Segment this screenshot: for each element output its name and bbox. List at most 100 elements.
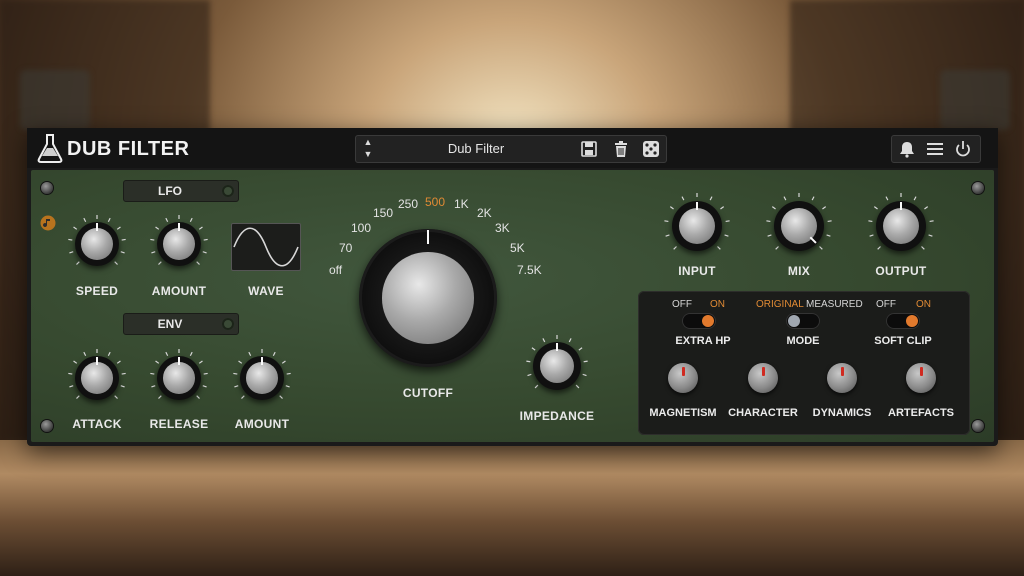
- knob-cap: [81, 362, 113, 394]
- knob-body[interactable]: [240, 356, 284, 400]
- speed-knob[interactable]: [67, 214, 127, 274]
- wave-selector[interactable]: [231, 223, 301, 271]
- knob-tick: [69, 251, 74, 254]
- menu-icon[interactable]: [926, 140, 944, 158]
- knob-tick: [724, 234, 729, 237]
- knob-tick: [720, 206, 725, 210]
- release-label: RELEASE: [149, 417, 209, 431]
- knob-tick: [775, 246, 779, 250]
- knob-tick: [582, 373, 587, 377]
- knob-tick: [116, 226, 121, 230]
- cutoff-knob[interactable]: [355, 225, 501, 371]
- background-floor: [0, 440, 1024, 576]
- attack-knob[interactable]: [67, 348, 127, 408]
- cutoff-scale-label-active: 500: [425, 195, 446, 209]
- main-panel: LFO SPEED AMOUNT WAVE ENV ATTACK RELEASE…: [31, 170, 994, 442]
- updown-arrows-icon[interactable]: ▲ ▼: [358, 136, 378, 162]
- knob-tick: [158, 395, 162, 399]
- input-knob[interactable]: [663, 192, 731, 260]
- app-title: DUB FILTER: [67, 138, 190, 160]
- trash-icon[interactable]: [612, 140, 630, 158]
- power-icon[interactable]: [954, 140, 972, 158]
- knob-tick: [725, 220, 730, 223]
- knob-body[interactable]: [157, 222, 201, 266]
- env-label: ENV: [157, 317, 183, 331]
- character-knob[interactable]: [748, 363, 778, 393]
- lfo-amount-knob[interactable]: [149, 214, 209, 274]
- knob-tick: [165, 217, 169, 222]
- mode-toggle[interactable]: [786, 313, 820, 329]
- knob-tick: [248, 351, 252, 356]
- output-label: OUTPUT: [875, 264, 927, 278]
- knob-tick: [196, 261, 200, 265]
- knob-tick: [819, 246, 823, 250]
- output-knob[interactable]: [867, 192, 935, 260]
- soft-clip-off-label: OFF: [876, 299, 896, 310]
- knob-tick: [233, 372, 238, 375]
- knob-body[interactable]: [75, 356, 119, 400]
- artefacts-knob[interactable]: [906, 363, 936, 393]
- note-icon[interactable]: [40, 215, 56, 231]
- bell-icon[interactable]: [898, 140, 916, 158]
- knob-tick: [114, 261, 118, 265]
- env-enable-button[interactable]: [222, 318, 234, 330]
- knob-body[interactable]: [774, 201, 824, 251]
- env-amount-knob[interactable]: [232, 348, 292, 408]
- knob-cap: [246, 362, 278, 394]
- mix-knob[interactable]: [765, 192, 833, 260]
- knob-tick: [68, 238, 73, 241]
- soft-clip-on-label: ON: [916, 299, 931, 310]
- knob-body[interactable]: [533, 342, 581, 390]
- knob-tick: [665, 234, 670, 237]
- dynamics-knob[interactable]: [827, 363, 857, 393]
- knob-tick: [151, 385, 156, 388]
- knob-cap: [883, 208, 919, 244]
- lfo-section-bar: LFO: [123, 180, 239, 202]
- knob-tick: [279, 395, 283, 399]
- knob-body[interactable]: [876, 201, 926, 251]
- knob-tick: [285, 385, 290, 388]
- magnetism-knob[interactable]: [668, 363, 698, 393]
- knob-tick: [114, 395, 118, 399]
- cutoff-scale-label: 1K: [454, 197, 469, 211]
- knob-body[interactable]: [672, 201, 722, 251]
- speed-label: SPEED: [75, 284, 119, 298]
- knob-tick: [928, 234, 933, 237]
- knob-tick: [155, 360, 160, 364]
- impedance-knob[interactable]: [525, 334, 589, 398]
- knob-cap: [163, 362, 195, 394]
- knob-indicator: [178, 357, 180, 365]
- knob-tick: [198, 226, 203, 230]
- knob-tick: [202, 385, 207, 388]
- knob-body[interactable]: [75, 222, 119, 266]
- cutoff-scale-label: off: [329, 263, 343, 277]
- dice-icon[interactable]: [642, 140, 660, 158]
- knob-tick: [121, 238, 126, 241]
- plugin-header: DUB FILTER ▲ ▼ Dub Filter: [27, 128, 998, 168]
- preset-name[interactable]: Dub Filter: [396, 141, 556, 156]
- knob-body[interactable]: [157, 356, 201, 400]
- knob-body[interactable]: [359, 229, 497, 367]
- mode-original-label: ORIGINAL: [756, 299, 804, 310]
- save-icon[interactable]: [580, 140, 598, 158]
- knob-tick: [189, 351, 193, 356]
- knob-tick: [76, 261, 80, 265]
- extra-hp-toggle[interactable]: [682, 313, 716, 329]
- cutoff-scale-label: 2K: [477, 206, 492, 220]
- preset-browser[interactable]: ▲ ▼ Dub Filter: [355, 135, 667, 163]
- knob-tick: [155, 226, 160, 230]
- knob-tick: [578, 347, 583, 351]
- knob-tick: [531, 347, 536, 351]
- knob-tick: [717, 246, 721, 250]
- knob-tick: [811, 196, 815, 201]
- cutoff-scale-label: 150: [373, 206, 394, 220]
- impedance-label: IMPEDANCE: [519, 409, 595, 423]
- soft-clip-toggle[interactable]: [886, 313, 920, 329]
- knob-tick: [151, 251, 156, 254]
- knob-cap: [539, 348, 575, 384]
- knob-tick: [583, 360, 588, 363]
- knob-tick: [921, 246, 925, 250]
- release-knob[interactable]: [149, 348, 209, 408]
- lfo-enable-button[interactable]: [222, 185, 234, 197]
- knob-tick: [165, 351, 169, 356]
